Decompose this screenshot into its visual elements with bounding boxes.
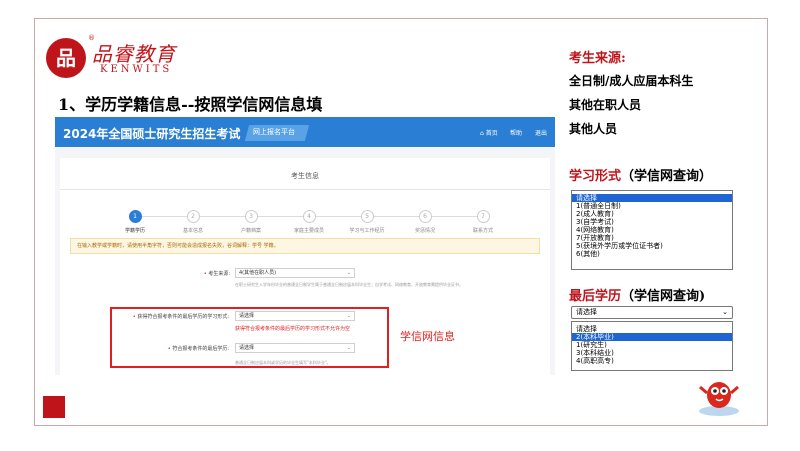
degree-dropdown[interactable]: 请选择 ⌄ [571, 306, 733, 319]
step-label: 联系方式 [472, 228, 493, 234]
step-3[interactable]: 3 户籍档案 [221, 210, 281, 234]
mascot-icon [699, 382, 739, 416]
list-option[interactable]: 2(本科毕业) [572, 333, 732, 341]
step-number: 7 [476, 210, 490, 223]
list-option[interactable]: 4(网络教育) [572, 226, 732, 234]
platform-tag[interactable]: 网上报名平台 [253, 127, 295, 137]
site-header: 2024年全国硕士研究生招生考试 网上报名平台 ⌂ 首页 帮助 退出 [55, 117, 555, 147]
degree-heading: 最后学历（学信网查询) [569, 285, 705, 304]
step-label: 奖惩情况 [414, 228, 435, 234]
degree-options-list[interactable]: 请选择 2(本科毕业) 1(研究生) 3(本科结业) 4(高职高专) [571, 321, 733, 371]
brand-name-en: KENWITS [100, 64, 173, 75]
step-number: 4 [302, 210, 316, 223]
step-4[interactable]: 4 家庭主要成员 [279, 210, 339, 234]
list-option[interactable]: 7(开放教育) [572, 234, 732, 242]
degree-heading-main: 最后学历 [569, 289, 622, 304]
divider [60, 189, 550, 190]
step-number: 1 [128, 210, 142, 223]
chevron-down-icon: ⌄ [346, 270, 351, 276]
form-options-list[interactable]: 请选择 1(普通全日制) 2(成人教育) 3(自学考试) 4(网络教育) 7(开… [571, 190, 733, 270]
source-label-text: 考生来源: [208, 271, 230, 277]
notice-banner: 在输入教学或学籍时，请使用半角字符，否则可能会造成报名失败，谷词解释：学号 学籍… [70, 238, 540, 254]
step-number: 2 [186, 210, 200, 223]
step-number: 5 [360, 210, 374, 223]
source-label: • 考生来源: [203, 271, 230, 277]
step-1[interactable]: 1 学籍学历 [105, 210, 165, 234]
nav-home-link[interactable]: ⌂ 首页 [480, 128, 498, 137]
list-option[interactable]: 6(其他) [572, 250, 732, 258]
list-option[interactable]: 3(本科结业) [572, 349, 732, 357]
form-heading-main: 学习形式 [569, 169, 622, 184]
brand-name-cn: 品睿教育 [92, 42, 176, 66]
step-number: 3 [244, 210, 258, 223]
highlight-box [110, 307, 389, 368]
list-option[interactable]: 请选择 [572, 325, 732, 333]
site-title: 2024年全国硕士研究生招生考试 [63, 127, 241, 141]
slide-headline: 1、学历学籍信息--按照学信网信息填 [58, 95, 323, 114]
source-heading: 考生来源: [569, 51, 626, 66]
source-item: 其他人员 [569, 122, 618, 136]
list-option[interactable]: 4(高职高专) [572, 357, 732, 365]
step-6[interactable]: 6 奖惩情况 [395, 210, 455, 234]
form-heading: 学习形式（学信网查询） [569, 165, 712, 184]
list-option[interactable]: 3(自学考试) [572, 218, 732, 226]
source-help: 在职士研究生入学年份毕业的普通全日制学生属于普通全日制应届本科毕业生；自学考试、… [235, 282, 463, 287]
list-option[interactable]: 1(研究生) [572, 341, 732, 349]
list-option[interactable]: 1(普通全日制) [572, 202, 732, 210]
card-title: 考生信息 [291, 172, 319, 180]
step-label: 学籍学历 [124, 228, 145, 234]
chevron-down-icon: ⌄ [722, 308, 728, 316]
degree-heading-note: （学信网查询) [621, 289, 706, 304]
step-2[interactable]: 2 基本信息 [163, 210, 223, 234]
step-label: 户籍档案 [240, 228, 261, 234]
step-7[interactable]: 7 联系方式 [453, 210, 513, 234]
list-option[interactable]: 5(获境外学历或学位证书者) [572, 242, 732, 250]
degree-dropdown-value: 请选择 [576, 308, 597, 316]
nav-help-link[interactable]: 帮助 [510, 128, 522, 137]
form-heading-note: （学信网查询） [621, 169, 713, 184]
step-label: 家庭主要成员 [293, 228, 324, 234]
source-select-value: 4(其他在职人员) [239, 270, 277, 276]
step-number: 6 [418, 210, 432, 223]
decor-square [43, 396, 65, 418]
brand-logo-icon: 品 [46, 38, 86, 78]
source-select[interactable]: 4(其他在职人员) ⌄ [235, 268, 355, 278]
nav-logout-link[interactable]: 退出 [535, 128, 547, 137]
source-item: 全日制/成人应届本科生 [569, 74, 694, 88]
list-option[interactable]: 2(成人教育) [572, 210, 732, 218]
source-item: 其他在职人员 [569, 98, 642, 112]
annotation-label: 学信网信息 [400, 330, 455, 343]
step-label: 基本信息 [182, 228, 203, 234]
nav-home-label: 首页 [485, 130, 498, 137]
step-label: 学习与工作经历 [349, 228, 385, 234]
list-option[interactable]: 请选择 [572, 194, 732, 202]
step-5[interactable]: 5 学习与工作经历 [337, 210, 397, 234]
